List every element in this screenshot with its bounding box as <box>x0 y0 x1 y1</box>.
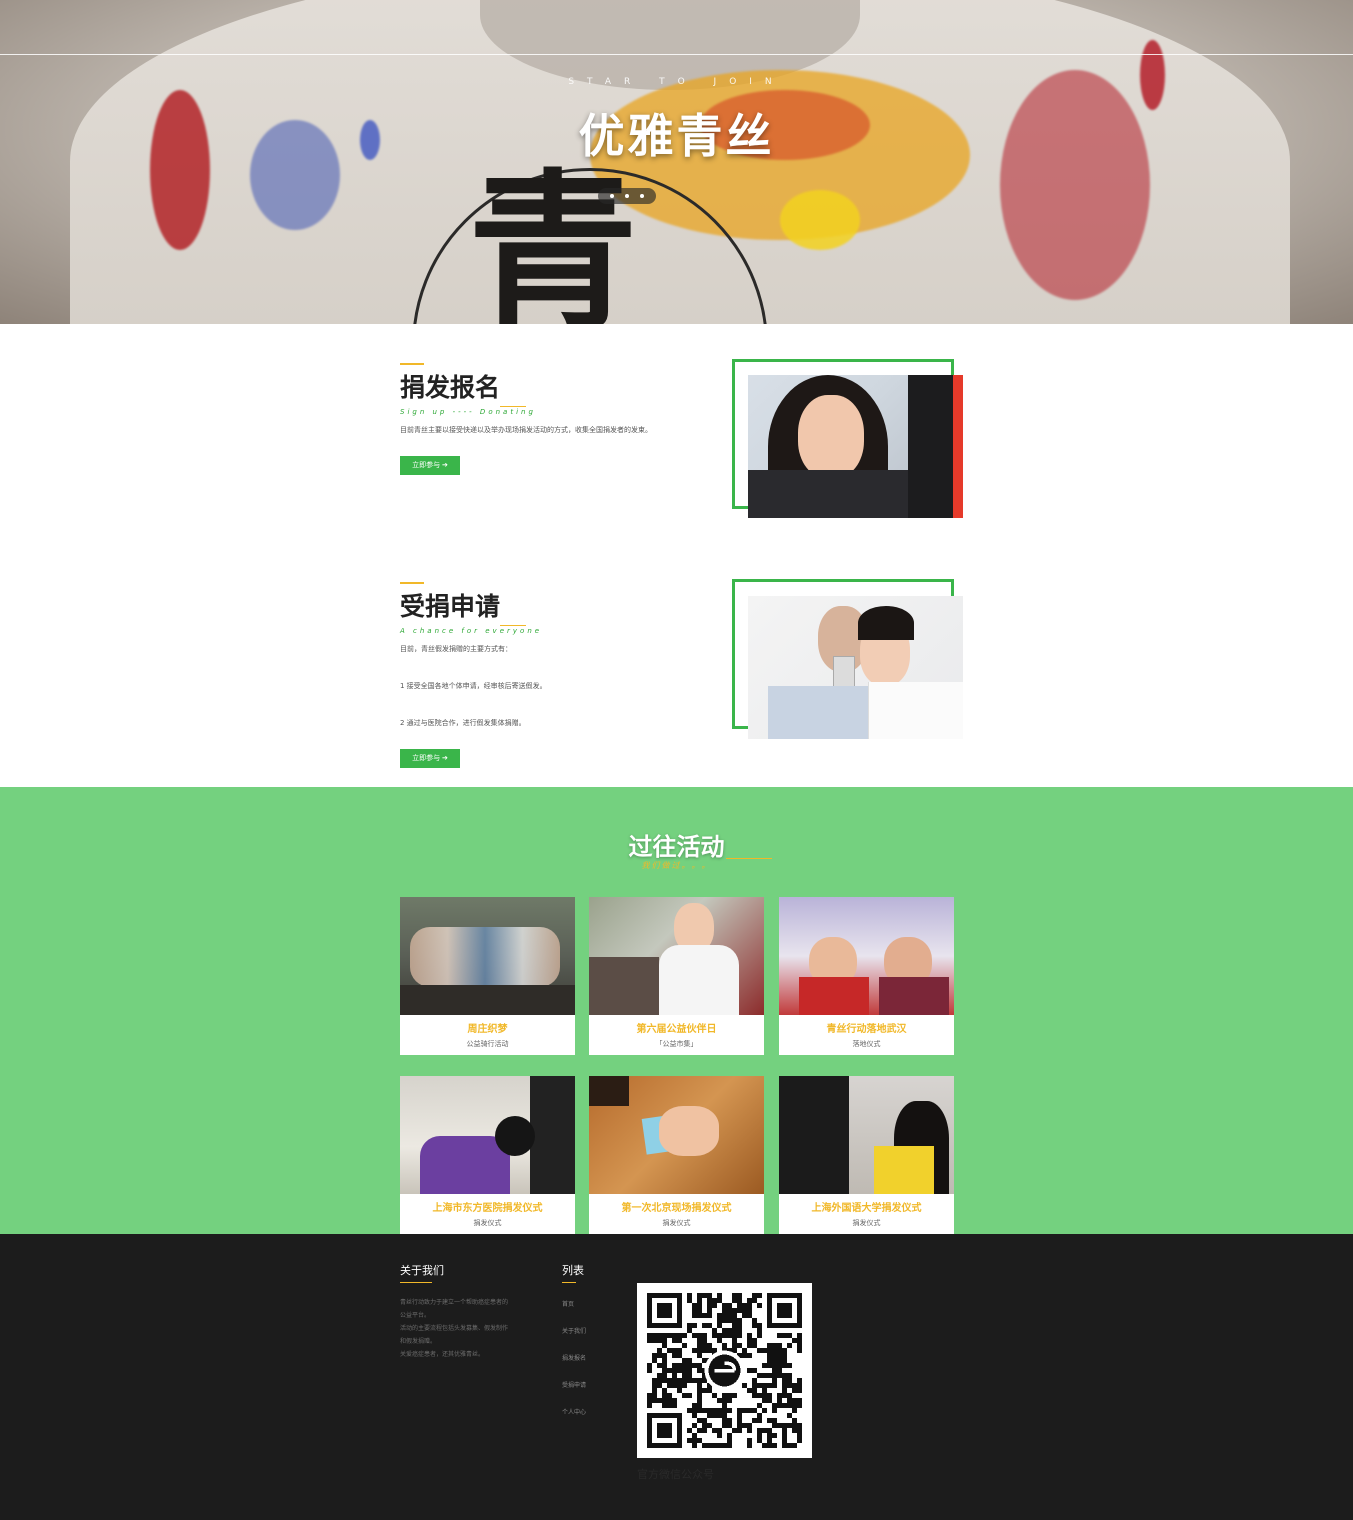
event-photo <box>779 1076 954 1194</box>
title-accent <box>400 582 424 584</box>
event-subtitle: 捐发仪式 <box>852 1219 881 1227</box>
footer-link-profile[interactable]: 个人中心 <box>562 1407 622 1416</box>
event-card-partner-day[interactable]: 第六届公益伙伴日 「公益市集」 <box>589 897 764 1055</box>
event-title: 青丝行动落地武汉 <box>826 1024 907 1035</box>
hero-kicker: STAR TO JOIN <box>568 77 785 87</box>
footer-about-line: 关爱癌症患者，还其优雅青丝。 <box>400 1351 485 1358</box>
receive-join-button[interactable]: 立即参与 ➔ <box>400 749 460 769</box>
footer-title-underline <box>562 1282 576 1283</box>
event-card-zhouzhuang[interactable]: 周庄织梦 公益骑行活动 <box>400 897 575 1055</box>
footer-link-donate[interactable]: 捐发报名 <box>562 1353 622 1362</box>
event-photo <box>400 1076 575 1194</box>
donate-title: 捐发报名 <box>400 368 527 407</box>
footer-about-line: 公益平台。 <box>400 1312 431 1319</box>
carousel-dot-3[interactable] <box>639 194 644 198</box>
receive-title: 受捐申请 <box>400 587 527 626</box>
past-events-title: 过往活动 <box>628 833 725 861</box>
event-title: 第一次北京现场捐发仪式 <box>621 1203 732 1214</box>
donate-photo <box>748 375 963 518</box>
event-subtitle: 「公益市集」 <box>655 1040 698 1048</box>
donate-join-button[interactable]: 立即参与 ➔ <box>400 455 460 475</box>
event-subtitle: 落地仪式 <box>852 1040 881 1048</box>
footer-menu-title: 列表 <box>562 1264 584 1277</box>
event-subtitle: 捐发仪式 <box>473 1219 502 1227</box>
footer-menu: 列表 首页 关于我们 捐发报名 受捐申请 个人中心 <box>562 1262 622 1434</box>
receive-line-3: 2 通过与医院合作，进行假发集体捐赠。 <box>400 718 526 727</box>
paint-splash-decoration <box>780 190 860 250</box>
footer-link-home[interactable]: 首页 <box>562 1299 622 1308</box>
footer-about: 关于我们 青丝行动致力于建立一个帮助癌症患者的 公益平台。 活动的主要流程包括头… <box>400 1262 530 1361</box>
qr-caption: 官方微信公众号 <box>637 1468 714 1481</box>
receive-line-1: 目前，青丝假发捐赠的主要方式有： <box>400 645 512 653</box>
info-section: 捐发报名 Sign up ---- Donating 目前青丝主要以接受快递以及… <box>0 324 1353 787</box>
event-photo <box>400 897 575 1015</box>
hero-divider-line <box>0 54 1353 55</box>
receive-line-2: 1 接受全国各地个体申请，经审核后寄送假发。 <box>400 681 547 690</box>
footer: 关于我们 青丝行动致力于建立一个帮助癌症患者的 公益平台。 活动的主要流程包括头… <box>0 1234 1353 1520</box>
carousel-dot-1[interactable] <box>610 194 615 198</box>
past-title-accent <box>726 858 772 859</box>
event-photo <box>589 897 764 1015</box>
qr-code-icon <box>647 1293 802 1448</box>
footer-about-line: 活动的主要流程包括头发募集、假发制作 <box>400 1325 509 1332</box>
event-title: 第六届公益伙伴日 <box>636 1024 717 1035</box>
footer-link-receive[interactable]: 受捐申请 <box>562 1380 622 1389</box>
footer-about-line: 青丝行动致力于建立一个帮助癌症患者的 <box>400 1299 509 1306</box>
event-photo <box>589 1076 764 1194</box>
carousel-indicator <box>598 188 656 204</box>
event-card-wuhan[interactable]: 青丝行动落地武汉 落地仪式 <box>779 897 954 1055</box>
wechat-qr-code <box>637 1283 812 1458</box>
event-card-shisu[interactable]: 上海外国语大学捐发仪式 捐发仪式 <box>779 1076 954 1234</box>
receive-block: 受捐申请 A chance for everyone 目前，青丝假发捐赠的主要方… <box>400 582 720 769</box>
event-title: 上海外国语大学捐发仪式 <box>811 1203 922 1214</box>
footer-about-line: 和假发捐赠。 <box>400 1338 437 1345</box>
title-accent <box>400 363 424 365</box>
footer-about-title: 关于我们 <box>400 1264 444 1277</box>
receive-subtitle: A chance for everyone <box>400 627 543 635</box>
donate-subtitle: Sign up ---- Donating <box>400 408 536 416</box>
footer-title-underline <box>400 1282 432 1283</box>
event-card-dongfang[interactable]: 上海市东方医院捐发仪式 捐发仪式 <box>400 1076 575 1234</box>
event-card-beijing[interactable]: 第一次北京现场捐发仪式 捐发仪式 <box>589 1076 764 1234</box>
receive-photo <box>748 596 963 739</box>
hero-title: 优雅青丝 <box>578 109 775 163</box>
footer-link-about[interactable]: 关于我们 <box>562 1326 622 1335</box>
event-photo <box>779 897 954 1015</box>
event-title: 周庄织梦 <box>467 1024 508 1035</box>
event-subtitle: 公益骑行活动 <box>466 1040 509 1048</box>
donate-block: 捐发报名 Sign up ---- Donating 目前青丝主要以接受快递以及… <box>400 363 720 475</box>
event-subtitle: 捐发仪式 <box>662 1219 691 1227</box>
hero-banner: 青 STAR TO JOIN 优雅青丝 <box>0 0 1353 324</box>
event-title: 上海市东方医院捐发仪式 <box>432 1203 543 1214</box>
past-events-subtitle: 我们做过。。。 <box>641 861 712 870</box>
donate-description: 目前青丝主要以接受快递以及举办现场捐发活动的方式，收集全国捐发者的发束。 <box>400 426 652 434</box>
carousel-dot-2[interactable] <box>624 194 629 198</box>
